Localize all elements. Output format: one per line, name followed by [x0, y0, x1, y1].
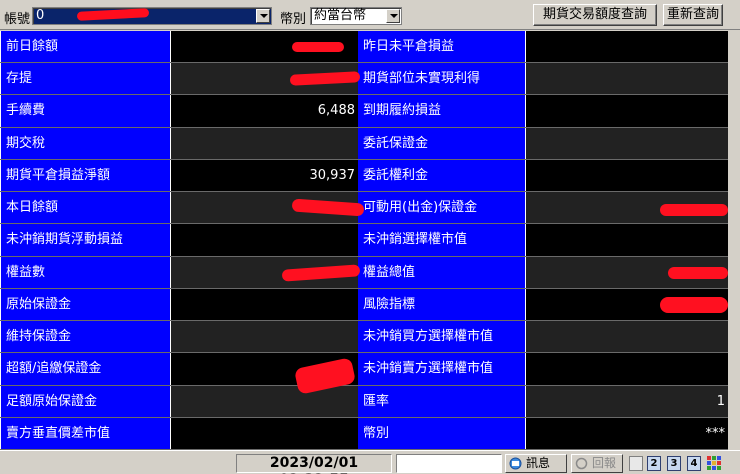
- row-right-label: 未沖銷賣方選擇權市值: [358, 353, 526, 386]
- account-value: 0: [36, 8, 45, 23]
- row-right-value: [526, 159, 728, 193]
- row-left-value: [171, 385, 358, 418]
- row-left-label: 超額/追繳保證金: [0, 353, 171, 386]
- table-row: 足額原始保證金 匯率 1: [0, 385, 740, 418]
- row-left-label: 維持保證金: [0, 321, 171, 354]
- toolbar: 帳號 0 幣別 約當台幣 期貨交易額度查詢 重新查詢: [0, 0, 740, 30]
- page-3-button[interactable]: 3: [667, 456, 681, 471]
- currency-value: 約當台幣: [314, 8, 367, 23]
- row-right-label: 幣別: [358, 417, 526, 450]
- grid-icon[interactable]: [707, 456, 723, 472]
- row-left-value: [171, 417, 358, 450]
- page-2-button[interactable]: 2: [647, 456, 661, 471]
- row-right-label: 未沖銷選擇權市值: [358, 224, 526, 257]
- row-right-value: [526, 63, 728, 96]
- row-left-label: 期交稅: [0, 127, 171, 160]
- row-right-value: [526, 353, 728, 386]
- currency-select[interactable]: 約當台幣: [310, 7, 402, 25]
- datetime-display: 2023/02/01 02:32:55: [236, 454, 392, 474]
- row-right-label: 委託保證金: [358, 127, 526, 160]
- table-row: 超額/追繳保證金 未沖銷賣方選擇權市值: [0, 353, 740, 386]
- redaction-mark: [668, 267, 728, 279]
- row-right-label: 期貨部位未實現利得: [358, 63, 526, 96]
- table-row: 本日餘額 可動用(出金)保證金: [0, 192, 740, 225]
- row-right-label: 未沖銷買方選擇權市值: [358, 321, 526, 354]
- row-right-label: 匯率: [358, 385, 526, 418]
- message-button-label: 訊息: [526, 456, 551, 470]
- row-left-label: 本日餘額: [0, 192, 171, 225]
- status-field: [396, 454, 502, 473]
- table-row: 賣方垂直價差市值 幣別 ***: [0, 417, 740, 450]
- row-left-value: [171, 224, 358, 257]
- row-right-label: 委託權利金: [358, 159, 526, 193]
- row-left-label: 期貨平倉損益淨額: [0, 159, 171, 193]
- row-right-value: [526, 321, 728, 354]
- row-left-label: 前日餘額: [0, 31, 171, 64]
- chevron-down-icon[interactable]: [256, 9, 270, 23]
- row-left-value: [171, 321, 358, 354]
- table-row: 維持保證金 未沖銷買方選擇權市值: [0, 321, 740, 354]
- redaction-mark: [660, 204, 728, 216]
- row-right-label: 可動用(出金)保證金: [358, 192, 526, 225]
- row-right-value: [526, 95, 728, 128]
- table-row: 期交稅 委託保證金: [0, 127, 740, 160]
- row-right-value: [526, 224, 728, 257]
- redaction-mark: [292, 42, 344, 52]
- row-left-value: 6,488: [171, 95, 358, 128]
- row-left-value: [171, 127, 358, 160]
- status-bar: 2023/02/01 02:32:55 訊息 回報 2 3 4: [0, 450, 740, 474]
- row-left-value: 30,937: [171, 159, 358, 193]
- reply-button-label: 回報: [592, 456, 617, 470]
- currency-label: 幣別: [280, 12, 307, 27]
- row-right-value: 1: [526, 385, 728, 418]
- row-right-value: ***: [526, 417, 728, 450]
- vertical-scrollbar[interactable]: [728, 31, 740, 450]
- margin-grid: 前日餘額 昨日未平倉損益 存提 期貨部位未實現利得 手續費 6,488 到期履約損益 期交稅委…: [0, 31, 740, 450]
- row-right-value: [526, 31, 728, 64]
- message-icon: [509, 457, 522, 470]
- message-button[interactable]: 訊息: [505, 454, 567, 473]
- row-right-label: 到期履約損益: [358, 95, 526, 128]
- redaction-mark: [660, 297, 728, 313]
- row-right-value: [526, 127, 728, 160]
- reply-icon: [575, 457, 588, 470]
- table-row: 前日餘額 昨日未平倉損益: [0, 31, 740, 64]
- refresh-button[interactable]: 重新查詢: [663, 4, 723, 26]
- table-row: 期貨平倉損益淨額 30,937 委託權利金: [0, 159, 740, 193]
- row-right-label: 昨日未平倉損益: [358, 31, 526, 64]
- row-left-label: 未沖銷期貨浮動損益: [0, 224, 171, 257]
- row-right-label: 權益總值: [358, 256, 526, 289]
- table-row: 未沖銷期貨浮動損益 未沖銷選擇權市值: [0, 224, 740, 257]
- quota-query-button[interactable]: 期貨交易額度查詢: [533, 4, 657, 26]
- row-left-label: 足額原始保證金: [0, 385, 171, 418]
- chevron-down-icon[interactable]: [386, 9, 400, 23]
- account-select[interactable]: 0: [32, 7, 272, 25]
- row-left-label: 原始保證金: [0, 288, 171, 322]
- table-row: 權益數 權益總值: [0, 256, 740, 289]
- row-left-label: 存提: [0, 63, 171, 96]
- row-left-label: 權益數: [0, 256, 171, 289]
- window-icon[interactable]: [629, 456, 643, 471]
- account-label: 帳號: [4, 12, 31, 27]
- account-redaction: [76, 8, 150, 21]
- row-left-label: 手續費: [0, 95, 171, 128]
- page-4-button[interactable]: 4: [687, 456, 701, 471]
- row-right-label: 風險指標: [358, 288, 526, 322]
- table-row: 手續費 6,488 到期履約損益: [0, 95, 740, 128]
- row-left-label: 賣方垂直價差市值: [0, 417, 171, 450]
- row-left-value: [171, 288, 358, 322]
- table-row: 原始保證金 風險指標: [0, 288, 740, 322]
- reply-button[interactable]: 回報: [571, 454, 623, 473]
- table-row: 存提 期貨部位未實現利得: [0, 63, 740, 96]
